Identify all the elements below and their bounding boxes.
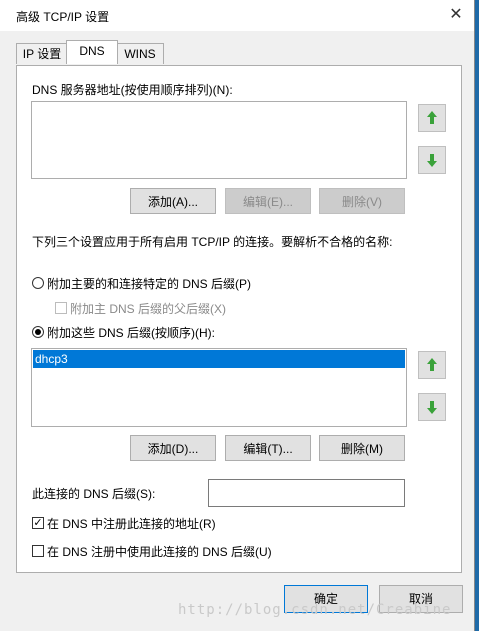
suffix-remove-button[interactable]: 删除(M) xyxy=(319,435,405,461)
title-bar: 高级 TCP/IP 设置 ✕ xyxy=(0,0,474,31)
register-checkbox[interactable]: ✓ xyxy=(32,517,44,529)
dns-move-down-button[interactable] xyxy=(418,146,446,174)
tab-dns[interactable]: DNS xyxy=(66,40,118,64)
arrow-up-icon xyxy=(427,358,437,371)
info-text: 下列三个设置应用于所有启用 TCP/IP 的连接。要解析不合格的名称: xyxy=(32,235,393,249)
these-suffixes-label: 附加这些 DNS 后缀(按顺序)(H): xyxy=(47,326,215,340)
tab-wins[interactable]: WINS xyxy=(116,43,164,64)
these-suffixes-radio[interactable] xyxy=(32,326,44,338)
close-icon[interactable]: ✕ xyxy=(445,4,467,26)
primary-suffix-radio[interactable] xyxy=(32,277,44,289)
tab-ip-settings[interactable]: IP 设置 xyxy=(16,43,68,64)
use-suffix-checkbox[interactable] xyxy=(32,545,44,557)
connection-suffix-input[interactable] xyxy=(208,479,405,507)
use-suffix-label: 在 DNS 注册中使用此连接的 DNS 后缀(U) xyxy=(47,545,272,559)
arrow-down-icon xyxy=(427,401,437,414)
connection-suffix-label: 此连接的 DNS 后缀(S): xyxy=(32,487,156,501)
window-title: 高级 TCP/IP 设置 xyxy=(16,10,110,24)
dns-remove-button[interactable]: 删除(V) xyxy=(319,188,405,214)
register-label: 在 DNS 中注册此连接的地址(R) xyxy=(47,517,216,531)
arrow-down-icon xyxy=(427,154,437,167)
primary-suffix-label: 附加主要的和连接特定的 DNS 后缀(P) xyxy=(47,277,252,291)
suffix-list[interactable]: dhcp3 xyxy=(31,348,407,427)
dns-add-button[interactable]: 添加(A)... xyxy=(130,188,216,214)
parent-suffix-checkbox[interactable] xyxy=(55,302,67,314)
dns-servers-label: DNS 服务器地址(按使用顺序排列)(N): xyxy=(32,83,233,97)
parent-suffix-label: 附加主 DNS 后缀的父后缀(X) xyxy=(70,302,227,316)
dns-edit-button[interactable]: 编辑(E)... xyxy=(225,188,311,214)
dns-servers-list[interactable] xyxy=(31,101,407,179)
suffix-add-button[interactable]: 添加(D)... xyxy=(130,435,216,461)
advanced-tcpip-dialog: 高级 TCP/IP 设置 ✕ IP 设置 DNS WINS DNS 服务器地址(… xyxy=(0,0,475,631)
suffix-move-up-button[interactable] xyxy=(418,351,446,379)
arrow-up-icon xyxy=(427,111,437,124)
watermark-text: http://blog.csdn.net/Creabine xyxy=(178,602,452,618)
suffix-list-item[interactable]: dhcp3 xyxy=(33,350,405,368)
suffix-edit-button[interactable]: 编辑(T)... xyxy=(225,435,311,461)
dns-move-up-button[interactable] xyxy=(418,104,446,132)
suffix-move-down-button[interactable] xyxy=(418,393,446,421)
